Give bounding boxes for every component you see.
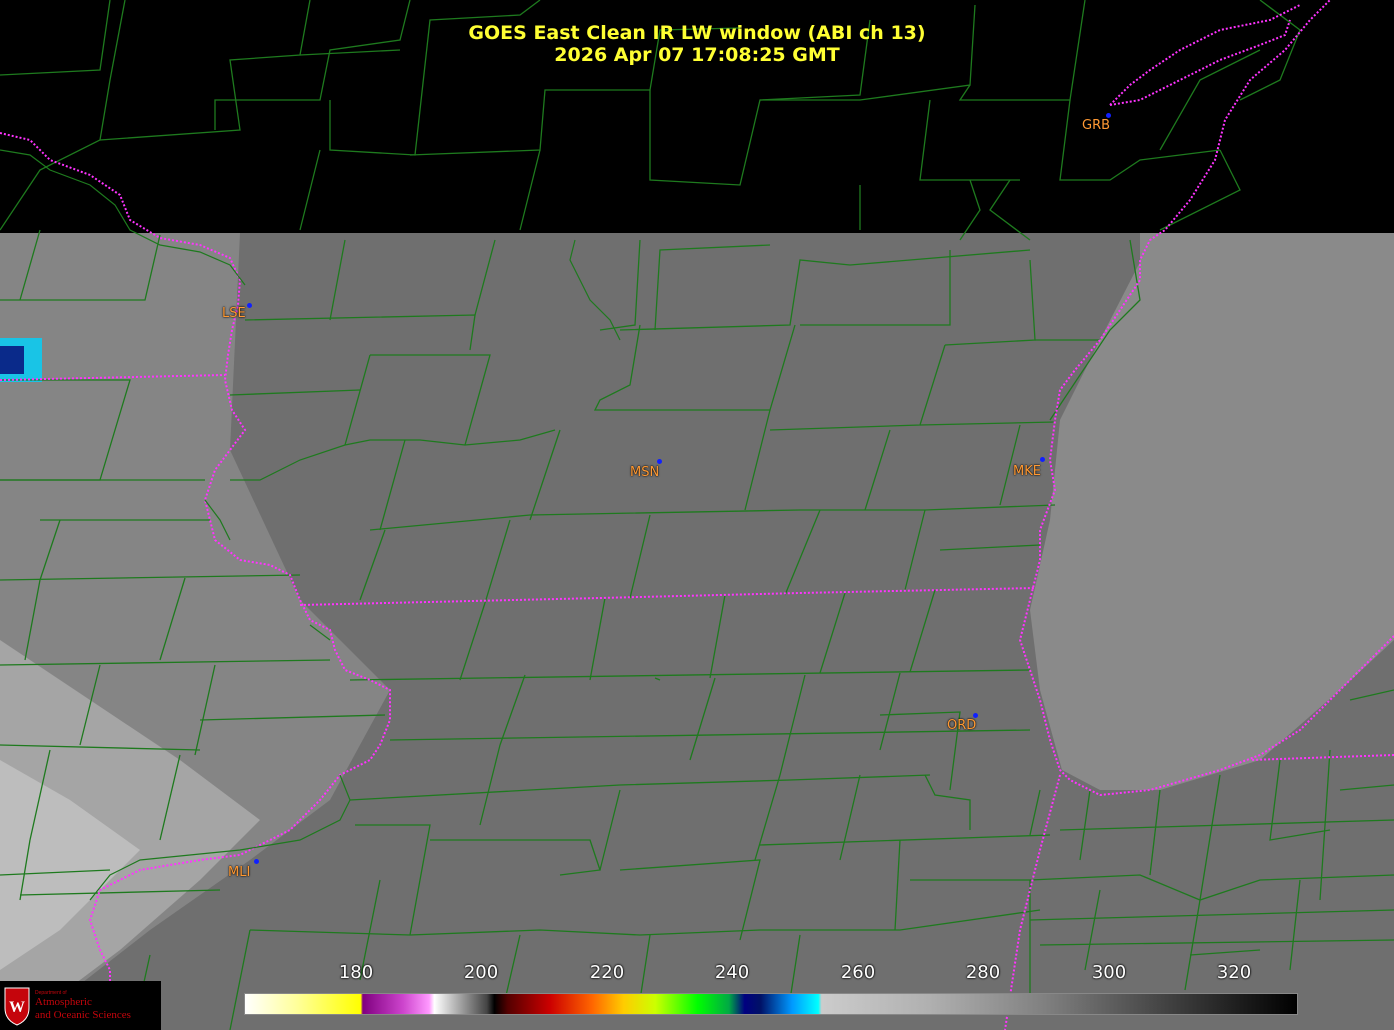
station-label-msn: MSN [630, 465, 660, 480]
logo-line2: and Oceanic Sciences [35, 1009, 131, 1021]
station-dot [657, 459, 662, 464]
colorbar-tick: 320 [1216, 962, 1252, 983]
station-label-mke: MKE [1013, 464, 1041, 479]
temperature-colorbar [244, 993, 1298, 1015]
satellite-map [0, 0, 1394, 1030]
station-dot [247, 303, 252, 308]
colorbar-tick: 180 [338, 962, 374, 983]
aos-logo: W Department of Atmospheric and Oceanic … [0, 981, 161, 1030]
svg-text:W: W [9, 999, 25, 1016]
station-label-grb: GRB [1082, 118, 1111, 133]
colorbar-tick: 200 [463, 962, 499, 983]
station-label-mli: MLI [228, 865, 251, 880]
station-label-ord: ORD [947, 718, 977, 733]
colorbar-tick: 280 [965, 962, 1001, 983]
colorbar-tick: 240 [714, 962, 750, 983]
station-dot [254, 859, 259, 864]
colorbar-tick: 300 [1091, 962, 1127, 983]
title-line2: 2026 Apr 07 17:08:25 GMT [554, 44, 840, 66]
station-dot [1040, 457, 1045, 462]
station-label-lse: LSE [222, 306, 246, 321]
title-line1: GOES East Clean IR LW window (ABI ch 13) [468, 22, 926, 44]
colorbar-tick: 260 [840, 962, 876, 983]
logo-line1: Atmospheric [35, 996, 92, 1008]
uw-shield-icon: W [4, 987, 30, 1026]
colorbar-tick: 220 [589, 962, 625, 983]
